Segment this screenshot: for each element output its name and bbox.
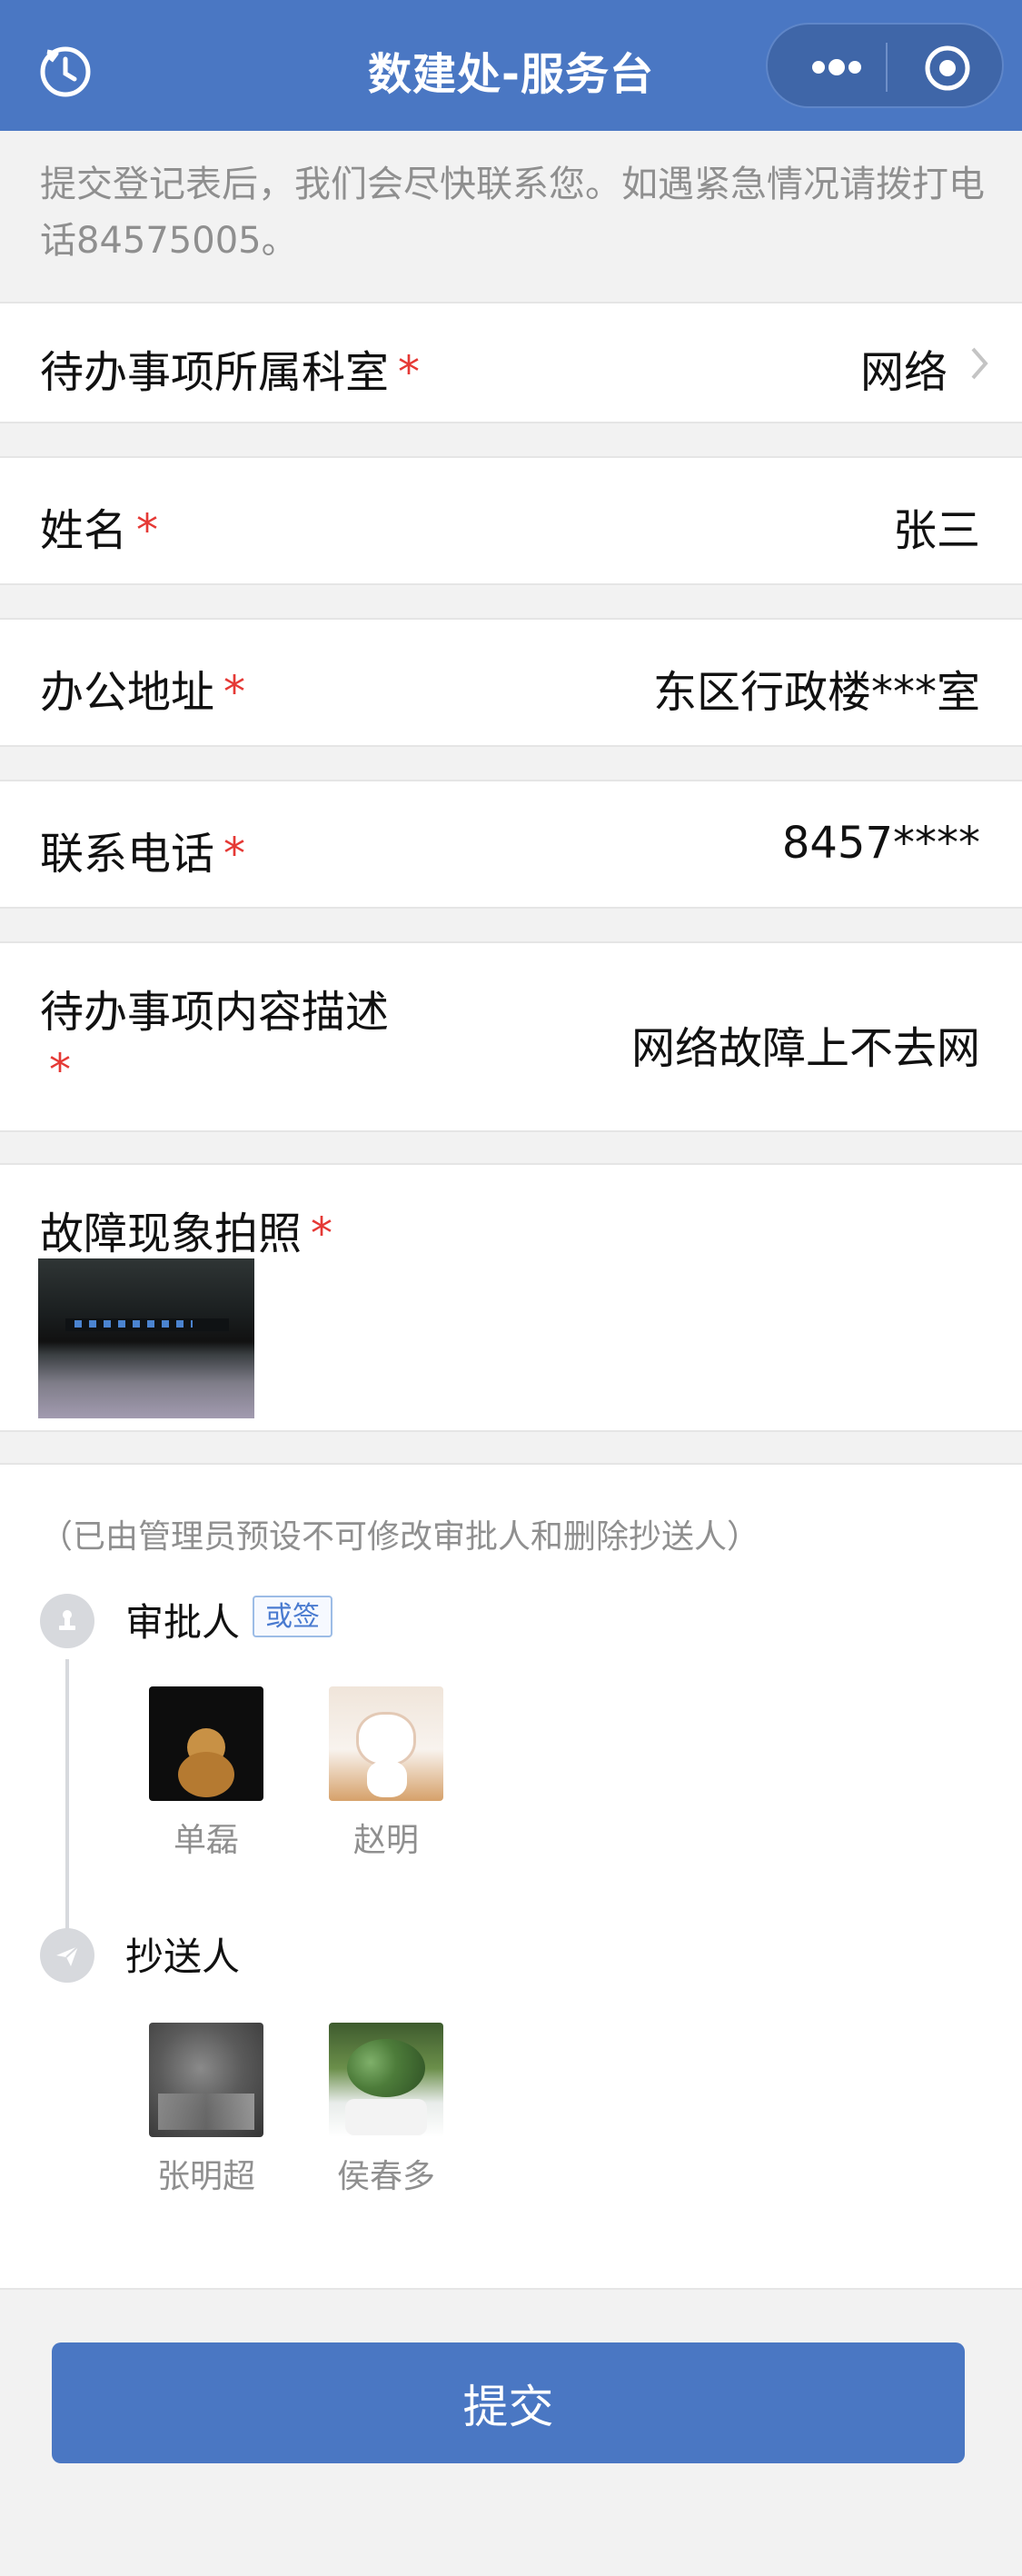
description-row[interactable]: 待办事项内容描述 * 网络故障上不去网 <box>0 941 1022 1132</box>
approver-name: 单磊 <box>173 1822 239 1859</box>
approver-stamp-icon <box>40 1594 94 1648</box>
required-mark: * <box>398 347 421 398</box>
department-row[interactable]: 待办事项所属科室 * 网络 <box>0 302 1022 423</box>
name-field[interactable]: 张三 <box>893 494 980 558</box>
approval-hint: （已由管理员预设不可修改审批人和删除抄送人） <box>40 1518 760 1556</box>
department-value[interactable]: 网络 <box>860 336 948 400</box>
photo-label: 故障现象拍照 * <box>40 1198 332 1261</box>
fault-photo-thumbnail[interactable] <box>38 1258 254 1418</box>
more-dots-icon[interactable] <box>800 45 873 90</box>
approval-flow-card: （已由管理员预设不可修改审批人和删除抄送人） 审批人 或签 单磊 赵明 抄送人 … <box>0 1463 1022 2290</box>
photo-taskbar-icons <box>74 1320 193 1328</box>
chevron-right-icon <box>971 347 988 380</box>
description-field[interactable]: 网络故障上不去网 <box>631 1012 980 1076</box>
address-row[interactable]: 办公地址 * 东区行政楼***室 <box>0 618 1022 747</box>
notice-banner: 提交登记表后，我们会尽快联系您。如遇紧急情况请拨打电话84575005。 <box>0 131 1022 303</box>
or-sign-badge: 或签 <box>253 1596 332 1637</box>
cc-name: 张明超 <box>156 2158 255 2195</box>
required-mark: * <box>223 829 246 880</box>
required-mark: * <box>311 1208 333 1259</box>
approver-name: 赵明 <box>352 1822 419 1859</box>
name-label: 姓名 * <box>40 494 158 558</box>
phone-field[interactable]: 8457**** <box>782 818 980 869</box>
target-icon[interactable] <box>922 43 973 94</box>
address-label: 办公地址 * <box>40 656 245 720</box>
cc-item: 张明超 <box>138 2023 274 2197</box>
capsule-divider <box>886 43 888 92</box>
avatar <box>329 1686 443 1801</box>
top-navigation-bar: 数建处-服务台 <box>0 0 1022 131</box>
approver-label: 审批人 <box>125 1600 241 1645</box>
avatar <box>329 2023 443 2137</box>
required-mark: * <box>136 505 159 556</box>
description-label: 待办事项内容描述 * <box>40 976 389 1096</box>
name-label-text: 姓名 <box>40 505 128 556</box>
avatar <box>149 1686 263 1801</box>
miniprogram-capsule <box>766 23 1004 108</box>
department-label: 待办事项所属科室 * <box>40 336 420 400</box>
photo-label-text: 故障现象拍照 <box>40 1208 303 1259</box>
avatar <box>149 2023 263 2137</box>
notice-text: 提交登记表后，我们会尽快联系您。如遇紧急情况请拨打电话84575005。 <box>40 164 985 262</box>
submit-button[interactable]: 提交 <box>52 2342 965 2463</box>
address-label-text: 办公地址 <box>40 667 215 718</box>
phone-label: 联系电话 * <box>40 818 245 881</box>
phone-label-text: 联系电话 <box>40 829 215 880</box>
approver-item: 单磊 <box>138 1686 274 1861</box>
address-field[interactable]: 东区行政楼***室 <box>653 656 980 720</box>
approver-item: 赵明 <box>318 1686 454 1861</box>
phone-row[interactable]: 联系电话 * 8457**** <box>0 780 1022 909</box>
flow-connector-line <box>65 1659 69 1936</box>
required-mark: * <box>223 667 246 718</box>
required-mark: * <box>49 1045 71 1096</box>
name-row[interactable]: 姓名 * 张三 <box>0 456 1022 585</box>
cc-item: 侯春多 <box>318 2023 454 2197</box>
description-label-text: 待办事项内容描述 <box>40 987 390 1038</box>
cc-name: 侯春多 <box>336 2158 435 2195</box>
cc-label: 抄送人 <box>125 1934 241 1979</box>
cc-send-icon <box>40 1928 94 1983</box>
department-label-text: 待办事项所属科室 <box>40 347 390 398</box>
